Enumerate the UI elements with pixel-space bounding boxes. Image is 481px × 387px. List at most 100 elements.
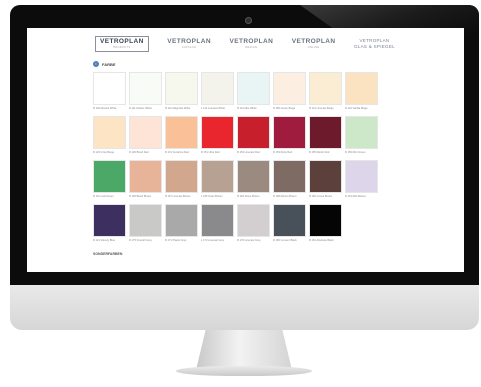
swatch-chip[interactable] bbox=[309, 204, 342, 237]
swatch-chip[interactable] bbox=[93, 116, 126, 149]
color-swatch[interactable]: R 180 Cement Black bbox=[273, 204, 306, 242]
swatch-label: R 181 Absolute Black bbox=[309, 239, 334, 242]
swatch-label: L 173 Linecast Grey bbox=[201, 239, 225, 242]
swatch-chip[interactable] bbox=[129, 116, 162, 149]
logo-vetroplan-1[interactable]: VETROPLAN PRODUCTS bbox=[95, 36, 149, 52]
color-swatch[interactable]: R 130 Blush Red bbox=[129, 116, 162, 154]
swatch-label: R 123 Crisp Beige bbox=[93, 151, 115, 154]
color-swatch[interactable]: R 167 Linecast Brown bbox=[165, 160, 198, 198]
swatch-label: R 175 Smooth Grey bbox=[129, 239, 152, 242]
color-swatch[interactable]: R 131 Sunshine Red bbox=[165, 116, 198, 154]
color-swatch[interactable]: R 122 Vanilla Beige bbox=[345, 72, 378, 110]
color-swatch[interactable]: R 181 Absolute Black bbox=[309, 204, 342, 242]
swatch-chip[interactable] bbox=[345, 72, 378, 105]
logo-vetroplan-4[interactable]: VETROPLAN ONLINE bbox=[291, 38, 336, 49]
color-swatch[interactable]: L 195 Grain Brown bbox=[201, 160, 234, 198]
color-swatch[interactable]: R 112 Magnolia White bbox=[165, 72, 198, 110]
logo-sub: CATALOG bbox=[181, 45, 197, 49]
logo-name: VETROPLAN bbox=[291, 38, 336, 45]
swatch-chip[interactable] bbox=[93, 72, 126, 105]
section-label: FARBE bbox=[102, 61, 116, 67]
swatch-chip[interactable] bbox=[309, 160, 342, 193]
info-icon: i bbox=[93, 61, 99, 67]
color-swatch[interactable]: R 160 Cocoa Brown bbox=[309, 160, 342, 198]
color-swatch[interactable]: R 153 Ruby Red bbox=[273, 116, 306, 154]
color-swatch[interactable]: R 114 Mint White bbox=[237, 72, 270, 110]
swatch-chip[interactable] bbox=[165, 160, 198, 193]
color-swatch[interactable]: R 155 Merlot Red bbox=[309, 116, 342, 154]
color-swatch[interactable]: R 180 Green Beige bbox=[273, 72, 306, 110]
swatch-chip[interactable] bbox=[273, 72, 306, 105]
color-swatch[interactable]: R 176 Linecast Grey bbox=[237, 204, 270, 242]
swatch-chip[interactable] bbox=[165, 72, 198, 105]
swatch-label: R 151 Ultra Red bbox=[201, 151, 220, 154]
swatch-chip[interactable] bbox=[237, 72, 270, 105]
swatch-chip[interactable] bbox=[309, 116, 342, 149]
swatch-chip[interactable] bbox=[129, 72, 162, 105]
logo-vetroplan-glas[interactable]: VETROPLAN GLAS & SPIEGEL bbox=[354, 38, 395, 50]
swatch-chip[interactable] bbox=[345, 160, 378, 193]
swatch-label: R 164 Mist Mauve bbox=[345, 195, 366, 198]
swatch-chip[interactable] bbox=[201, 204, 234, 237]
swatch-chip[interactable] bbox=[165, 116, 198, 149]
logo-sub: PRODUCTS bbox=[113, 45, 131, 49]
color-swatch[interactable]: R 156 Mint Green bbox=[345, 116, 378, 154]
swatch-chip[interactable] bbox=[93, 160, 126, 193]
swatch-chip[interactable] bbox=[93, 204, 126, 237]
swatch-chip[interactable] bbox=[201, 160, 234, 193]
special-colors-heading: SONDERFARBEN bbox=[93, 252, 123, 256]
brand-bar: VETROPLAN PRODUCTS VETROPLAN CATALOG VET… bbox=[95, 36, 395, 52]
swatch-label: R 166 Blush Brown bbox=[129, 195, 152, 198]
swatch-label: R 162 Stone Brown bbox=[237, 195, 260, 198]
swatch-chip[interactable] bbox=[309, 72, 342, 105]
color-swatch[interactable]: R 111 Glacier White bbox=[129, 72, 162, 110]
color-swatch[interactable]: R 162 Stone Brown bbox=[237, 160, 270, 198]
swatch-label: R 160 Cocoa Brown bbox=[309, 195, 333, 198]
monitor-chin bbox=[10, 285, 479, 330]
swatch-label: R 130 Blush Red bbox=[129, 151, 149, 154]
swatch-label: R 155 Merlot Red bbox=[309, 151, 330, 154]
color-swatch[interactable]: R 123 Crisp Beige bbox=[93, 116, 126, 154]
color-swatch[interactable]: R 166 Blush Brown bbox=[129, 160, 162, 198]
swatch-chip[interactable] bbox=[129, 204, 162, 237]
swatch-chip[interactable] bbox=[273, 204, 306, 237]
swatch-label: R 153 Ruby Red bbox=[273, 151, 293, 154]
swatch-chip[interactable] bbox=[273, 160, 306, 193]
swatch-chip[interactable] bbox=[129, 160, 162, 193]
logo-line-2: GLAS & SPIEGEL bbox=[354, 44, 395, 49]
swatch-label: L 195 Grain Brown bbox=[201, 195, 223, 198]
color-swatch[interactable]: R 151 Ultra Red bbox=[201, 116, 234, 154]
swatch-label: R 114 Mint White bbox=[237, 107, 257, 110]
color-swatch[interactable]: L 113 Linecast White bbox=[201, 72, 234, 110]
color-swatch[interactable]: R 100 Absolut White bbox=[93, 72, 126, 110]
swatch-label: R 131 Sunshine Red bbox=[165, 151, 189, 154]
color-swatch[interactable]: R 175 Smooth Grey bbox=[129, 204, 162, 242]
color-swatch[interactable]: R 121 Linecast Beige bbox=[309, 72, 342, 110]
swatch-chip[interactable] bbox=[201, 116, 234, 149]
logo-sub: ONLINE bbox=[307, 45, 320, 49]
swatch-label: R 161 Leaf Green bbox=[93, 195, 114, 198]
swatch-chip[interactable] bbox=[237, 116, 270, 149]
webcam bbox=[245, 17, 252, 24]
color-swatch-grid: R 100 Absolut White R 111 Glacier White R … bbox=[93, 72, 378, 242]
swatch-chip[interactable] bbox=[237, 160, 270, 193]
swatch-chip[interactable] bbox=[237, 204, 270, 237]
swatch-label: R 167 Linecast Brown bbox=[165, 195, 191, 198]
color-swatch[interactable]: L 173 Linecast Grey bbox=[201, 204, 234, 242]
logo-vetroplan-2[interactable]: VETROPLAN CATALOG bbox=[167, 38, 211, 49]
color-swatch[interactable]: R 161 Leaf Green bbox=[93, 160, 126, 198]
logo-sub: DESIGN bbox=[245, 45, 258, 49]
swatch-label: R 100 Absolut White bbox=[93, 107, 117, 110]
logo-vetroplan-3[interactable]: VETROPLAN DESIGN bbox=[230, 38, 274, 49]
swatch-label: R 122 Vanilla Beige bbox=[345, 107, 368, 110]
swatch-chip[interactable] bbox=[273, 116, 306, 149]
screen: VETROPLAN PRODUCTS VETROPLAN CATALOG VET… bbox=[27, 28, 464, 272]
color-swatch[interactable]: R 152 Linecast Red bbox=[237, 116, 270, 154]
color-swatch[interactable]: R 141 Velvety Blue bbox=[93, 204, 126, 242]
swatch-chip[interactable] bbox=[201, 72, 234, 105]
color-swatch[interactable]: R 168 Mocha Brown bbox=[273, 160, 306, 198]
swatch-chip[interactable] bbox=[165, 204, 198, 237]
color-swatch[interactable]: R 164 Mist Mauve bbox=[345, 160, 378, 198]
swatch-chip[interactable] bbox=[345, 116, 378, 149]
color-swatch[interactable]: R 171 Plastic Grey bbox=[165, 204, 198, 242]
